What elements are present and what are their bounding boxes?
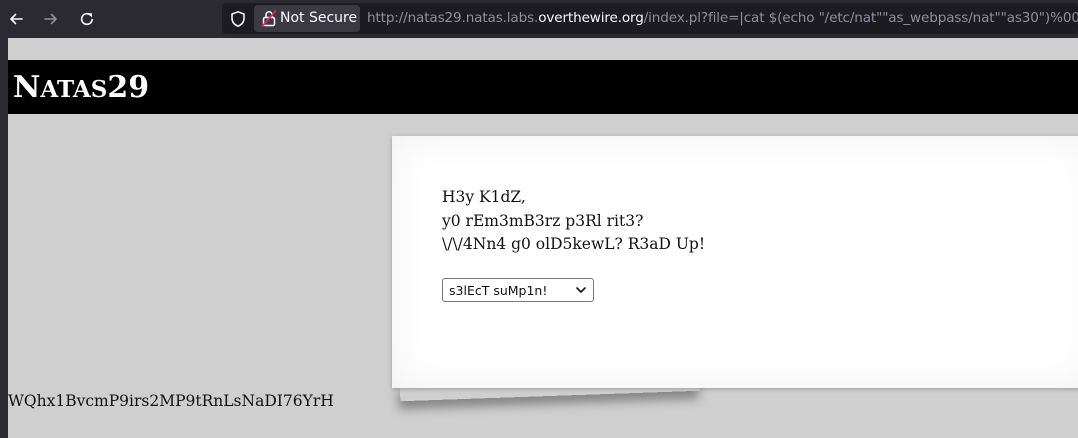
greeting-line-3: \/\/4Nn4 g0 olD5kewL? R3aD Up!	[442, 235, 706, 253]
page-viewport: NATAS29 H3y K1dZ, y0 rEm3mB3rz p3Rl rit3…	[0, 38, 1078, 438]
forward-arrow-icon	[44, 13, 57, 25]
url-domain: overthewire.org	[538, 10, 644, 26]
back-arrow-icon	[10, 13, 23, 25]
not-secure-label: Not Secure	[280, 10, 358, 26]
site-security-indicator[interactable]: Not Secure	[254, 5, 360, 32]
url-bar[interactable]: Not Secure http://natas29.natas.labs.ove…	[222, 3, 1078, 34]
site-header: NATAS29	[8, 60, 1078, 114]
browser-toolbar: Not Secure http://natas29.natas.labs.ove…	[0, 0, 1078, 38]
greeting-line-2: y0 rEm3mB3rz p3Rl rit3?	[442, 212, 644, 230]
file-select-dropdown[interactable]: s3lEcT suMp1n!	[442, 278, 594, 302]
title-initial: N	[13, 70, 41, 105]
forward-button[interactable]	[37, 5, 65, 33]
command-output-text: WQhx1BvcmP9irs2MP9tRnLsNaDI76YrH	[8, 392, 334, 410]
sidebar-edge	[0, 38, 8, 438]
reload-icon	[80, 12, 93, 26]
url-prefix: http://natas29.natas.labs.	[367, 10, 539, 26]
back-button[interactable]	[2, 5, 30, 33]
title-number: 29	[107, 70, 150, 105]
shield-icon[interactable]	[229, 10, 247, 28]
reload-button[interactable]	[73, 5, 101, 33]
lock-icon	[261, 10, 277, 27]
page-title: NATAS29	[13, 70, 149, 105]
url-text[interactable]: http://natas29.natas.labs.overthewire.or…	[367, 10, 1078, 26]
chevron-down-icon	[576, 287, 586, 293]
select-value: s3lEcT suMp1n!	[449, 283, 548, 298]
title-smallcaps: ATAS	[40, 76, 108, 103]
greeting-line-1: H3y K1dZ,	[442, 188, 526, 206]
url-path: /index.pl?file=|cat $(echo "/etc/nat""as…	[643, 10, 1078, 26]
content-panel: H3y K1dZ, y0 rEm3mB3rz p3Rl rit3? \/\/4N…	[392, 136, 1078, 388]
